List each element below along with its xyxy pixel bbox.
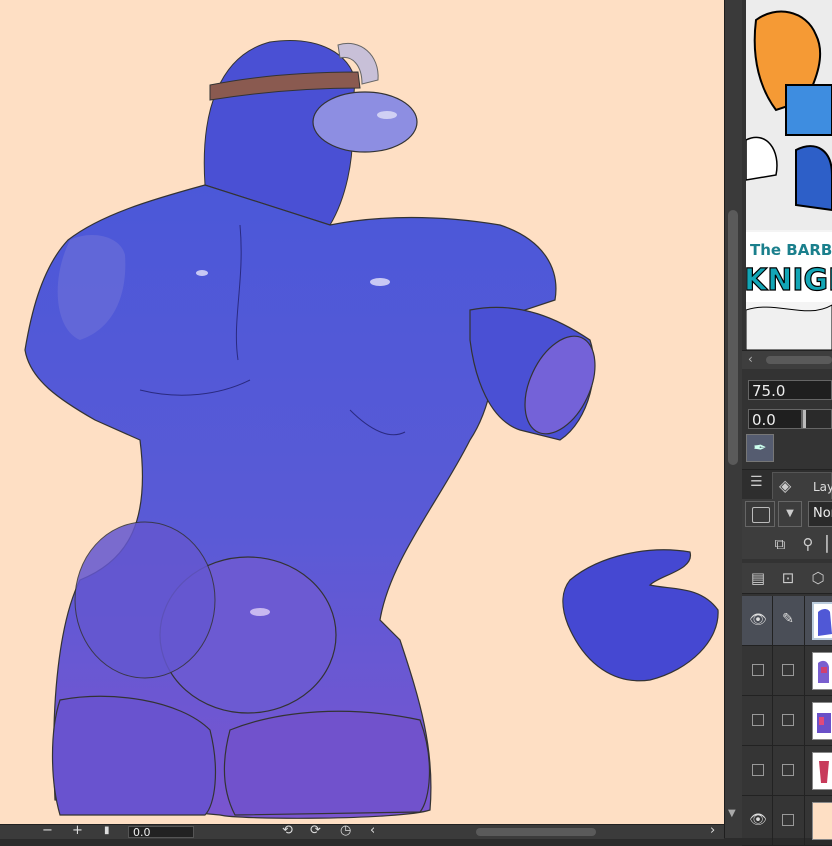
layer-thumbnail <box>812 652 832 690</box>
navigator-zoom-field[interactable]: 75.0 <box>748 380 832 400</box>
layer-row[interactable]: 👁 ✎ <box>742 596 832 646</box>
chevron-down-icon[interactable]: ▼ <box>778 501 802 527</box>
navigator-rotation-slider[interactable] <box>802 409 832 429</box>
layer-panel-header: ☰ ◈ Lay <box>742 469 832 500</box>
scrollbar-thumb[interactable] <box>728 210 738 465</box>
canvas-vertical-scrollbar[interactable]: ▼ <box>724 0 742 838</box>
blend-mode-row: ▼ Nor <box>742 499 832 529</box>
scroll-down-arrow-icon[interactable]: ▼ <box>728 808 736 819</box>
layer-thumbnail <box>812 602 832 640</box>
zoom-in-button[interactable]: + <box>72 824 83 838</box>
edit-checkbox[interactable] <box>782 714 794 726</box>
rotate-left-icon[interactable]: ⟲ <box>282 824 293 838</box>
scroll-left-arrow-icon[interactable]: ‹ <box>370 824 375 838</box>
reset-rotation-icon[interactable]: ◷ <box>340 824 351 838</box>
zoom-out-button[interactable]: − <box>42 824 53 838</box>
rotate-right-icon[interactable]: ⟳ <box>310 824 321 838</box>
comic-preview-image: The BARB KNIGH <box>746 0 832 350</box>
layer-row[interactable] <box>742 646 832 696</box>
layer-thumbnail <box>812 702 832 740</box>
visibility-checkbox[interactable] <box>752 664 764 676</box>
edit-pen-icon[interactable]: ✎ <box>778 611 798 631</box>
clip-layer-icon[interactable]: ⧉ <box>770 534 790 554</box>
edit-checkbox[interactable] <box>782 664 794 676</box>
horizontal-scroll-thumb[interactable] <box>476 828 596 836</box>
comic-title-line2: KNIGH <box>746 263 832 298</box>
navigator-scrollbar[interactable]: ‹ <box>742 350 832 369</box>
navigator-scroll-thumb[interactable] <box>766 356 832 364</box>
comic-title-line1: The BARB <box>750 241 832 259</box>
layer-property-icon[interactable]: ▤ <box>748 568 768 588</box>
visibility-eye-icon[interactable]: 👁 <box>748 812 768 830</box>
scroll-right-arrow-icon[interactable]: › <box>710 824 715 838</box>
layer-row[interactable]: 👁 <box>742 796 832 846</box>
layer-actions-row: ▤ ⊡ ⬡ <box>742 563 832 594</box>
layers-icon: ◈ <box>779 476 792 495</box>
artwork <box>24 40 719 819</box>
new-raster-layer-icon[interactable]: ⊡ <box>778 568 798 588</box>
layer-color-swatch[interactable] <box>745 501 775 527</box>
navigator-preview[interactable]: The BARB KNIGH <box>746 0 832 350</box>
tab-layer-label: Lay <box>813 480 832 494</box>
canvas-bottom-bar: − + ▮ 0.0 ⟲ ⟳ ◷ ‹ › <box>0 824 724 839</box>
lock-layer-icon[interactable]: ▏ <box>822 534 832 554</box>
visibility-eye-icon[interactable]: 👁 <box>748 612 768 630</box>
reference-layer-icon[interactable]: ⚲ <box>798 534 818 554</box>
drawing-canvas[interactable] <box>0 0 724 824</box>
edit-checkbox[interactable] <box>782 814 794 826</box>
layer-option-row: ⧉ ⚲ ▏ <box>742 529 832 559</box>
layer-thumbnail <box>812 802 832 840</box>
edit-checkbox[interactable] <box>782 764 794 776</box>
panel-menu-icon[interactable]: ☰ <box>750 474 763 490</box>
layer-row[interactable] <box>742 746 832 796</box>
layer-list: 👁 ✎ 👁 <box>742 596 832 846</box>
eyedropper-icon[interactable]: ✒ <box>746 434 774 462</box>
bottom-rotation-field[interactable]: 0.0 <box>128 826 194 839</box>
blend-mode-select[interactable]: Nor <box>808 501 832 527</box>
visibility-checkbox[interactable] <box>752 764 764 776</box>
visibility-checkbox[interactable] <box>752 714 764 726</box>
layer-row[interactable] <box>742 696 832 746</box>
tab-layer[interactable]: ◈ Lay <box>772 472 832 500</box>
navigator-scroll-left-icon[interactable]: ‹ <box>748 352 753 366</box>
navigator-rotation-field[interactable]: 0.0 <box>748 409 802 429</box>
zoom-slider-icon[interactable]: ▮ <box>104 824 110 838</box>
layer-thumbnail <box>812 752 832 790</box>
right-panel: The BARB KNIGH ‹ 75.0 0.0 ✒ ☰ ◈ Lay ▼ No… <box>742 0 832 846</box>
new-3d-layer-icon[interactable]: ⬡ <box>808 568 828 588</box>
